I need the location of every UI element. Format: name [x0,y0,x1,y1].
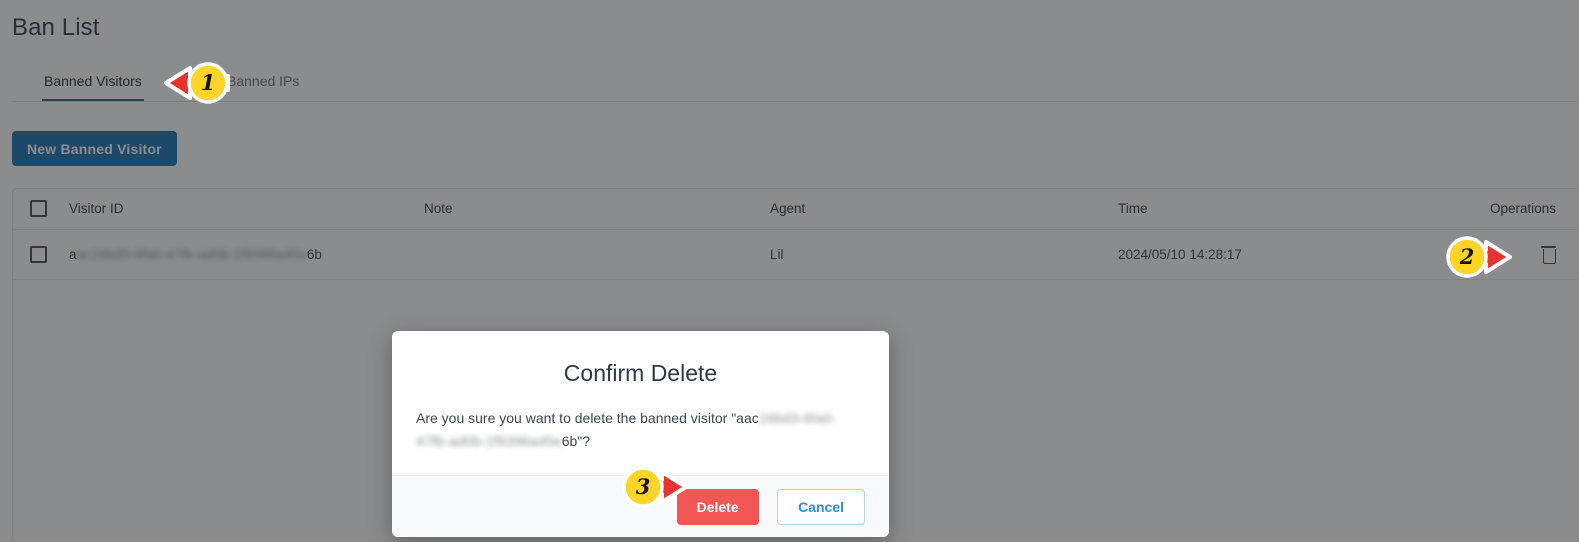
annotation-number-1: 1 [200,70,216,95]
dialog-title: Confirm Delete [563,360,718,386]
dialog-message-suffix: 6b"? [561,433,591,449]
annotation-marker-1: 1 [162,62,232,104]
dialog-cancel-button[interactable]: Cancel [777,489,865,525]
annotation-marker-2: 2 [1446,236,1516,278]
dialog-message-prefix: Are you sure you want to delete the bann… [416,410,759,426]
dialog-message: Are you sure you want to delete the bann… [392,389,889,475]
annotation-marker-3: 3 [622,466,692,508]
annotation-number-2: 2 [1459,244,1475,269]
annotation-number-3: 3 [635,474,651,499]
